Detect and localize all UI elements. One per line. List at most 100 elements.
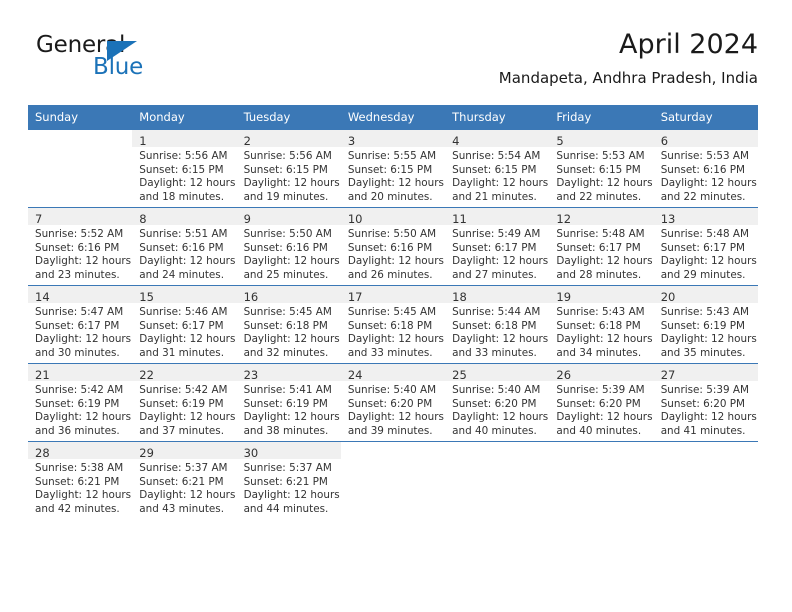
calendar-day-cell[interactable]: 29 Sunrise: 5:37 AM Sunset: 6:21 PM Dayligh… xyxy=(132,441,237,519)
calendar-day-cell[interactable]: 15 Sunrise: 5:46 AM Sunset: 6:17 PM Dayligh… xyxy=(132,285,237,364)
daylight-text-line1: Daylight: 12 hours xyxy=(139,489,236,502)
day-number-band: 17 xyxy=(340,286,446,304)
daylight-text-line2: and 22 minutes. xyxy=(556,190,642,203)
calendar-day-cell[interactable]: 10 Sunrise: 5:50 AM Sunset: 6:16 PM Dayligh… xyxy=(340,207,446,286)
day-number-band: 19 xyxy=(549,286,654,304)
calendar-day-cell[interactable]: 4 Sunrise: 5:54 AM Sunset: 6:15 PM Daylight… xyxy=(445,129,550,208)
calendar-day-cell[interactable]: 2 Sunrise: 5:56 AM Sunset: 6:15 PM Daylight… xyxy=(236,129,341,208)
calendar-cell-inner: 12 Sunrise: 5:48 AM Sunset: 6:17 PM Dayligh… xyxy=(549,208,654,285)
day-sun-info: Sunrise: 5:54 AM Sunset: 6:15 PM Daylight:… xyxy=(445,147,549,204)
day-number: 17 xyxy=(347,290,363,304)
day-sun-info: Sunrise: 5:39 AM Sunset: 6:20 PM Daylight:… xyxy=(549,381,653,438)
calendar-day-cell[interactable]: 28 Sunrise: 5:38 AM Sunset: 6:21 PM Dayligh… xyxy=(28,441,133,519)
sunset-text: Sunset: 6:19 PM xyxy=(660,319,746,332)
day-sun-info: Sunrise: 5:39 AM Sunset: 6:20 PM Daylight:… xyxy=(654,381,758,438)
daylight-text-line1: Daylight: 12 hours xyxy=(35,411,132,424)
title-block: April 2024 Mandapeta, Andhra Pradesh, In… xyxy=(499,28,758,88)
daylight-text-line1: Daylight: 12 hours xyxy=(139,177,236,190)
daylight-text-line1: Daylight: 12 hours xyxy=(243,489,340,502)
sunset-text: Sunset: 6:18 PM xyxy=(347,319,433,332)
sunset-text: Sunset: 6:19 PM xyxy=(243,397,328,410)
sunrise-text: Sunrise: 5:42 AM xyxy=(139,384,228,396)
calendar-cell-inner: 5 Sunrise: 5:53 AM Sunset: 6:15 PM Daylight… xyxy=(549,130,654,207)
daylight-text-line1: Daylight: 12 hours xyxy=(347,333,444,346)
logo-text-blue: Blue xyxy=(93,54,144,80)
day-number-band: 16 xyxy=(236,286,341,304)
calendar-day-cell[interactable]: 1 Sunrise: 5:56 AM Sunset: 6:15 PM Daylight… xyxy=(132,129,237,208)
calendar-day-cell[interactable]: 19 Sunrise: 5:43 AM Sunset: 6:18 PM Dayligh… xyxy=(549,285,654,364)
day-number: 4 xyxy=(452,134,460,148)
calendar-day-cell[interactable]: 20 Sunrise: 5:43 AM Sunset: 6:19 PM Dayligh… xyxy=(653,285,758,364)
day-number-band: 25 xyxy=(445,364,550,382)
daylight-text-line1: Daylight: 12 hours xyxy=(556,255,653,268)
day-number-band: 4 xyxy=(445,130,550,148)
calendar-day-cell[interactable]: 6 Sunrise: 5:53 AM Sunset: 6:16 PM Daylight… xyxy=(653,129,758,208)
sunset-text: Sunset: 6:16 PM xyxy=(139,241,224,254)
day-number: 7 xyxy=(35,212,43,226)
calendar-cell-inner: 8 Sunrise: 5:51 AM Sunset: 6:16 PM Daylight… xyxy=(132,208,237,285)
sunrise-text: Sunrise: 5:47 AM xyxy=(35,306,124,318)
calendar-day-cell[interactable]: 18 Sunrise: 5:44 AM Sunset: 6:18 PM Dayligh… xyxy=(445,285,550,364)
sunset-text: Sunset: 6:16 PM xyxy=(243,241,328,254)
daylight-text-line1: Daylight: 12 hours xyxy=(243,255,340,268)
calendar-day-cell[interactable]: 22 Sunrise: 5:42 AM Sunset: 6:19 PM Dayligh… xyxy=(132,363,237,442)
general-blue-logo[interactable]: General Blue xyxy=(36,32,216,92)
day-sun-info: Sunrise: 5:47 AM Sunset: 6:17 PM Daylight:… xyxy=(28,303,132,360)
day-sun-info: Sunrise: 5:48 AM Sunset: 6:17 PM Daylight:… xyxy=(549,225,653,282)
day-number: 24 xyxy=(347,368,363,382)
calendar-day-cell[interactable]: 5 Sunrise: 5:53 AM Sunset: 6:15 PM Daylight… xyxy=(549,129,654,208)
daylight-text-line2: and 31 minutes. xyxy=(139,346,225,359)
day-sun-info: Sunrise: 5:50 AM Sunset: 6:16 PM Daylight:… xyxy=(341,225,445,282)
daylight-text-line2: and 42 minutes. xyxy=(35,502,120,515)
calendar-cell-inner: 11 Sunrise: 5:49 AM Sunset: 6:17 PM Dayligh… xyxy=(445,208,550,285)
sunrise-text: Sunrise: 5:41 AM xyxy=(243,384,332,396)
daylight-text-line1: Daylight: 12 hours xyxy=(347,177,444,190)
calendar-day-cell[interactable]: 13 Sunrise: 5:48 AM Sunset: 6:17 PM Dayligh… xyxy=(653,207,758,286)
daylight-text-line2: and 30 minutes. xyxy=(35,346,120,359)
calendar-cell-inner: 26 Sunrise: 5:39 AM Sunset: 6:20 PM Dayligh… xyxy=(549,364,654,441)
calendar-day-cell[interactable]: 12 Sunrise: 5:48 AM Sunset: 6:17 PM Dayligh… xyxy=(549,207,654,286)
day-number: 13 xyxy=(660,212,676,226)
calendar-day-cell[interactable]: 26 Sunrise: 5:39 AM Sunset: 6:20 PM Dayligh… xyxy=(549,363,654,442)
calendar-day-cell[interactable]: 14 Sunrise: 5:47 AM Sunset: 6:17 PM Dayligh… xyxy=(28,285,133,364)
calendar-day-cell[interactable]: 9 Sunrise: 5:50 AM Sunset: 6:16 PM Daylight… xyxy=(236,207,341,286)
calendar-day-cell[interactable]: 7 Sunrise: 5:52 AM Sunset: 6:16 PM Daylight… xyxy=(28,207,133,286)
daylight-text-line2: and 41 minutes. xyxy=(660,424,746,437)
calendar-day-cell[interactable]: 27 Sunrise: 5:39 AM Sunset: 6:20 PM Dayligh… xyxy=(653,363,758,442)
calendar-day-cell[interactable]: 11 Sunrise: 5:49 AM Sunset: 6:17 PM Dayligh… xyxy=(445,207,550,286)
daylight-text-line1: Daylight: 12 hours xyxy=(35,489,132,502)
calendar-day-cell[interactable]: 8 Sunrise: 5:51 AM Sunset: 6:16 PM Daylight… xyxy=(132,207,237,286)
day-number: 25 xyxy=(452,368,467,382)
calendar-cell-inner: 23 Sunrise: 5:41 AM Sunset: 6:19 PM Dayligh… xyxy=(236,364,341,441)
day-number: 22 xyxy=(139,368,154,382)
day-sun-info: Sunrise: 5:42 AM Sunset: 6:19 PM Daylight:… xyxy=(132,381,236,438)
sunrise-text: Sunrise: 5:40 AM xyxy=(347,384,437,396)
daylight-text-line1: Daylight: 12 hours xyxy=(347,255,444,268)
day-number-band: 18 xyxy=(445,286,550,304)
daylight-text-line1: Daylight: 12 hours xyxy=(452,255,549,268)
daylight-text-line1: Daylight: 12 hours xyxy=(139,255,236,268)
calendar-day-cell[interactable]: 23 Sunrise: 5:41 AM Sunset: 6:19 PM Dayligh… xyxy=(236,363,341,442)
calendar-day-cell[interactable]: 21 Sunrise: 5:42 AM Sunset: 6:19 PM Dayligh… xyxy=(28,363,133,442)
sunset-text: Sunset: 6:16 PM xyxy=(660,163,746,176)
calendar-cell-inner: 19 Sunrise: 5:43 AM Sunset: 6:18 PM Dayligh… xyxy=(549,286,654,363)
sunset-text: Sunset: 6:16 PM xyxy=(347,241,433,254)
calendar-day-cell[interactable]: 30 Sunrise: 5:37 AM Sunset: 6:21 PM Dayligh… xyxy=(236,441,341,519)
day-sun-info: Sunrise: 5:49 AM Sunset: 6:17 PM Daylight:… xyxy=(445,225,549,282)
day-number-band xyxy=(445,442,550,459)
day-number: 26 xyxy=(556,368,572,382)
day-number: 2 xyxy=(243,134,251,148)
day-number: 3 xyxy=(347,134,356,148)
day-sun-info: Sunrise: 5:52 AM Sunset: 6:16 PM Daylight:… xyxy=(28,225,132,282)
day-sun-info: Sunrise: 5:44 AM Sunset: 6:18 PM Daylight:… xyxy=(445,303,549,360)
calendar-week-row: 7 Sunrise: 5:52 AM Sunset: 6:16 PM Daylight… xyxy=(28,207,758,286)
calendar-day-cell[interactable]: 24 Sunrise: 5:40 AM Sunset: 6:20 PM Dayligh… xyxy=(340,363,446,442)
calendar-day-cell[interactable]: 3 Sunrise: 5:55 AM Sunset: 6:15 PM Daylight… xyxy=(340,129,446,208)
calendar-day-cell[interactable]: 16 Sunrise: 5:45 AM Sunset: 6:18 PM Dayligh… xyxy=(236,285,341,364)
sunrise-text: Sunrise: 5:40 AM xyxy=(452,384,541,396)
weekday-header-wednesday: Wednesday xyxy=(340,105,446,130)
day-sun-info: Sunrise: 5:43 AM Sunset: 6:19 PM Daylight:… xyxy=(654,303,758,360)
calendar-day-cell[interactable]: 25 Sunrise: 5:40 AM Sunset: 6:20 PM Dayligh… xyxy=(445,363,550,442)
calendar-day-cell[interactable]: 17 Sunrise: 5:45 AM Sunset: 6:18 PM Dayligh… xyxy=(340,285,446,364)
day-sun-info: Sunrise: 5:53 AM Sunset: 6:15 PM Daylight:… xyxy=(549,147,653,204)
